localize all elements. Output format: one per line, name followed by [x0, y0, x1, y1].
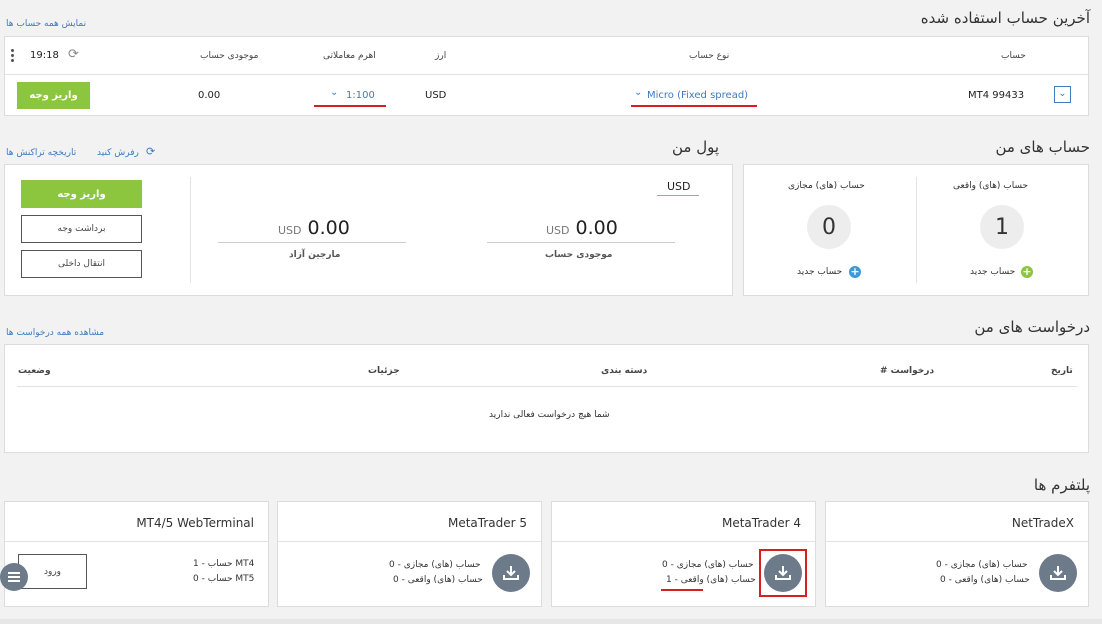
- platforms-title: پلتفرم ها: [1033, 476, 1090, 494]
- demo-accounts-count: حساب (های) مجازی - 0: [662, 560, 754, 570]
- platform-card-nettradex: NetTradeX حساب (های) مجازی - 0 حساب (های…: [825, 501, 1089, 607]
- money-deposit-button[interactable]: واریز وجه: [21, 180, 142, 208]
- demo-accounts-count: 0: [807, 205, 851, 249]
- header-status: وضعیت: [18, 366, 51, 376]
- real-accounts-count: حساب (های) واقعی - 0: [393, 575, 483, 585]
- money-divider: [190, 177, 191, 283]
- new-real-account-link[interactable]: حساب جدید: [970, 267, 1015, 277]
- requests-title: درخواست های من: [974, 318, 1090, 336]
- balance-amount: USD 0.00: [546, 217, 618, 239]
- demo-accounts-count: حساب (های) مجازی - 0: [936, 560, 1028, 570]
- no-requests-message: شما هیچ درخواست فعالی ندارید: [489, 410, 610, 420]
- platform-card-webterminal: MT4/5 WebTerminal ورود MT4 حساب - 1 MT5 …: [4, 501, 269, 607]
- header-balance: موجودی حساب: [200, 51, 259, 61]
- platform-name: MT4/5 WebTerminal: [136, 516, 254, 530]
- my-accounts-title: حساب های من: [995, 138, 1090, 156]
- internal-transfer-button[interactable]: انتقال داخلی: [21, 250, 142, 278]
- margin-currency: USD: [278, 224, 302, 237]
- currency-tab[interactable]: USD: [667, 180, 691, 193]
- real-accounts-count: 1: [980, 205, 1024, 249]
- my-money-panel: واریز وجه برداشت وجه انتقال داخلی USD US…: [4, 164, 733, 296]
- account-balance: 0.00: [198, 90, 221, 101]
- deposit-button[interactable]: واریز وجه: [17, 82, 90, 109]
- expand-chevron-down-icon[interactable]: ⌄: [1054, 86, 1071, 103]
- webterminal-mt4-count: MT4 حساب - 1: [193, 559, 255, 569]
- platform-card-divider: [278, 541, 541, 542]
- demo-accounts-label: حساب (های) مجازی: [788, 181, 865, 191]
- webterminal-mt5-count: MT5 حساب - 0: [193, 574, 255, 584]
- my-accounts-panel: حساب (های) واقعی 1 حساب جدید + حساب (های…: [743, 164, 1089, 296]
- balance-underline: [487, 242, 675, 243]
- withdraw-button[interactable]: برداشت وجه: [21, 215, 142, 243]
- leverage-select[interactable]: 1:100: [346, 90, 375, 101]
- last-account-panel: 19:18 ⟳ موجودی حساب اهرم معاملاتی ارز نو…: [4, 36, 1089, 116]
- platform-name: MetaTrader 4: [721, 516, 801, 530]
- account-type-select[interactable]: Micro (Fixed spread): [647, 90, 748, 101]
- platform-card-divider: [5, 541, 268, 542]
- transaction-history-link[interactable]: تاریخچه تراکنش ها: [6, 148, 76, 158]
- account-type-chevron-down-icon[interactable]: ⌄: [634, 87, 642, 98]
- currency-tab-underline: [657, 195, 699, 196]
- header-account: حساب: [1001, 51, 1026, 61]
- account-number: MT4 99433: [968, 90, 1025, 101]
- platform-name: MetaTrader 5: [447, 516, 527, 530]
- real-accounts-label: حساب (های) واقعی: [953, 181, 1029, 191]
- accounts-divider: [916, 177, 917, 283]
- leverage-highlight-underline: [314, 105, 386, 107]
- new-demo-account-link[interactable]: حساب جدید: [797, 267, 842, 277]
- floating-menu-icon[interactable]: [0, 563, 28, 591]
- platform-card-divider: [826, 541, 1088, 542]
- refresh-link[interactable]: رفرش کنید: [97, 148, 139, 158]
- add-real-account-plus-icon[interactable]: +: [1021, 266, 1033, 278]
- free-margin-label: مارجین آزاد: [289, 250, 341, 260]
- account-type-highlight-underline: [631, 105, 757, 107]
- bottom-scroll-strip: [0, 619, 1102, 624]
- download-icon[interactable]: [1039, 554, 1077, 592]
- demo-accounts-count: حساب (های) مجازی - 0: [389, 560, 481, 570]
- show-all-accounts-link[interactable]: نمایش همه حساب ها: [6, 19, 86, 29]
- header-currency: ارز: [435, 51, 447, 61]
- refresh-icon[interactable]: ⟳: [146, 145, 155, 158]
- more-menu-icon[interactable]: [11, 49, 15, 63]
- platform-card-divider: [552, 541, 815, 542]
- balance-value: 0.00: [575, 217, 618, 239]
- free-margin-amount: USD 0.00: [278, 217, 350, 239]
- margin-underline: [218, 242, 406, 243]
- header-category: دسته بندی: [601, 366, 648, 376]
- margin-value: 0.00: [307, 217, 350, 239]
- requests-header-divider: [17, 386, 1077, 387]
- real-accounts-highlight-underline: [661, 589, 703, 591]
- header-details: جزئیات: [368, 366, 400, 376]
- header-request-number: درخواست #: [880, 366, 935, 376]
- my-money-title: پول من: [672, 138, 720, 156]
- account-currency: USD: [425, 90, 447, 101]
- leverage-chevron-down-icon[interactable]: ⌄: [330, 87, 338, 98]
- platform-name: NetTradeX: [1011, 516, 1074, 530]
- requests-panel: تاریخ درخواست # دسته بندی جزئیات وضعیت ش…: [4, 344, 1089, 453]
- balance-currency: USD: [546, 224, 570, 237]
- platform-card-metatrader4: MetaTrader 4 حساب (های) مجازی - 0 حساب (…: [551, 501, 816, 607]
- add-demo-account-plus-icon[interactable]: +: [849, 266, 861, 278]
- webterminal-login-button[interactable]: ورود: [18, 554, 87, 589]
- balance-label: موجودی حساب: [545, 250, 613, 260]
- session-time: 19:18: [30, 50, 59, 61]
- real-accounts-count: حساب (های) واقعی - 0: [940, 575, 1030, 585]
- header-account-type: نوع حساب: [689, 51, 730, 61]
- download-icon[interactable]: [492, 554, 530, 592]
- header-date: تاریخ: [1051, 366, 1073, 376]
- header-divider: [5, 74, 1088, 75]
- view-all-requests-link[interactable]: مشاهده همه درخواست ها: [6, 328, 104, 338]
- header-leverage: اهرم معاملاتی: [323, 51, 376, 61]
- refresh-icon[interactable]: ⟳: [68, 47, 79, 62]
- last-account-title: آخرین حساب استفاده شده: [920, 9, 1090, 27]
- platform-card-metatrader5: MetaTrader 5 حساب (های) مجازی - 0 حساب (…: [277, 501, 542, 607]
- real-accounts-count: حساب (های) واقعی - 1: [666, 575, 756, 585]
- download-icon[interactable]: [764, 554, 802, 592]
